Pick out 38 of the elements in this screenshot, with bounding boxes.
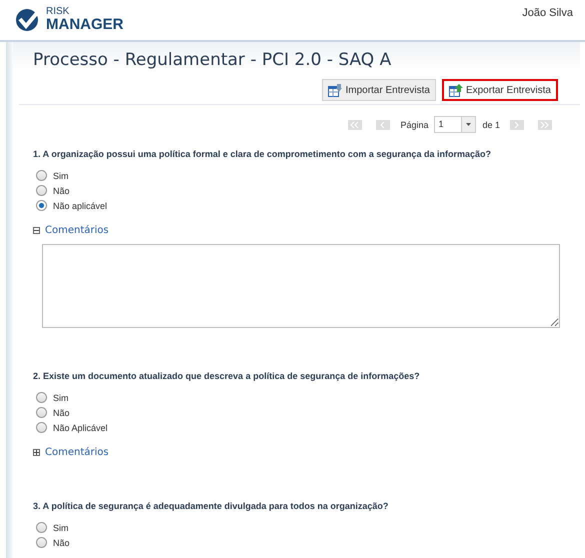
- logo-text: RISK: [46, 6, 70, 16]
- radio-button[interactable]: [36, 522, 47, 533]
- page-count: de 1: [482, 120, 500, 130]
- table-upload-icon: [448, 84, 463, 96]
- export-button[interactable]: Exportar Entrevista: [442, 79, 558, 101]
- page-title: Processo - Regulamentar - PCI 2.0 - SAQ A: [33, 50, 392, 70]
- option-label: Sim: [53, 170, 68, 180]
- radio-button[interactable]: [36, 407, 47, 418]
- question-text: 3. A política de segurança é adequadamente divulgada para todos na organização?: [33, 501, 390, 511]
- comments-link[interactable]: Comentários: [45, 225, 109, 236]
- option-label: Não: [53, 408, 70, 418]
- page-label: Página: [400, 120, 428, 130]
- user-name: João Silva: [522, 7, 573, 19]
- question-text: 1. A organização possui uma política formal e clara de comprometimento com a segurança da informação?: [33, 149, 492, 159]
- collapse-toggle[interactable]: [33, 227, 40, 234]
- question-text: 2. Existe um documento atualizado que descreva a política de segurança de informações?: [33, 371, 421, 381]
- radio-button[interactable]: [36, 422, 47, 433]
- option-label: Não Aplicável: [53, 422, 108, 432]
- option-label: Sim: [53, 522, 68, 532]
- radio-button[interactable]: [36, 185, 47, 196]
- radio-button[interactable]: [36, 170, 47, 181]
- radio-button[interactable]: [36, 537, 47, 548]
- option-label: Não: [53, 186, 70, 196]
- page-select[interactable]: 1: [434, 116, 476, 133]
- import-button[interactable]: Importar Entrevista: [322, 79, 436, 101]
- expand-toggle[interactable]: [33, 449, 40, 456]
- option-label: Não aplicável: [53, 200, 108, 210]
- comment-field[interactable]: [42, 244, 560, 328]
- double-chevron-left-icon: [350, 122, 360, 128]
- comments-link[interactable]: Comentários: [45, 447, 109, 458]
- radio-button[interactable]: [36, 392, 47, 403]
- radio-button[interactable]: [36, 200, 47, 211]
- caret-icon: [466, 123, 472, 126]
- option-label: Sim: [53, 392, 68, 402]
- option-label: Não: [53, 538, 70, 548]
- table-import-icon: [328, 84, 342, 96]
- logo-text: MANAGER: [46, 16, 124, 32]
- double-chevron-right-icon: [540, 122, 550, 128]
